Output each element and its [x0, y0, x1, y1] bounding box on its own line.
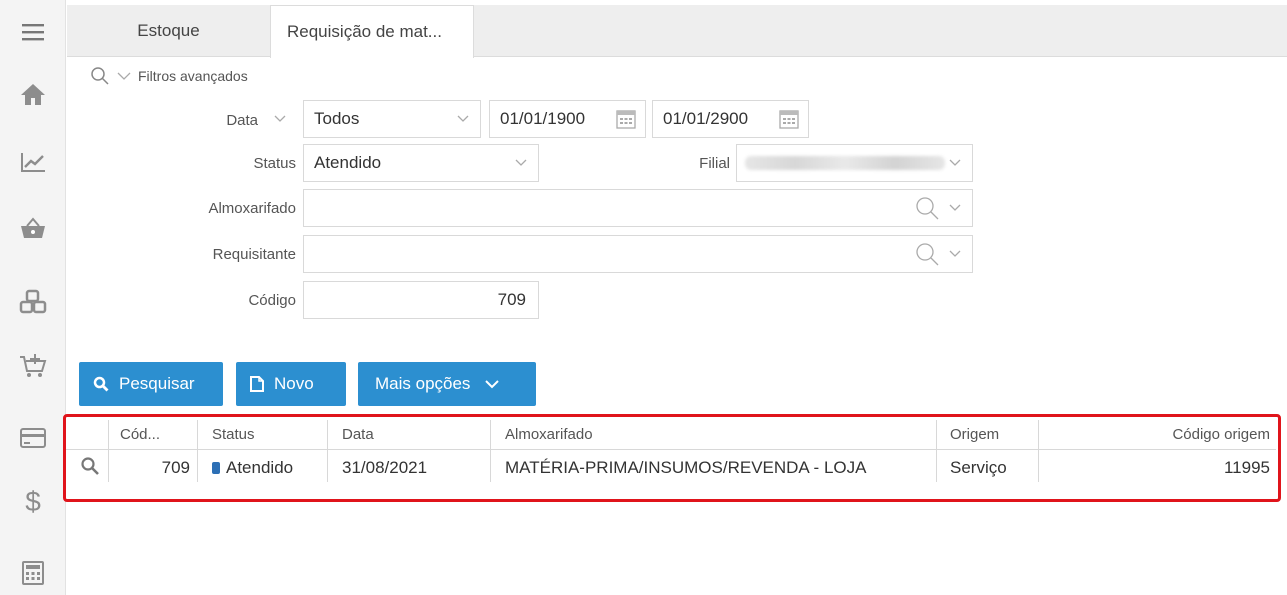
tab-bar: Estoque Requisição de mat... — [67, 5, 1287, 58]
cell-data: 31/08/2021 — [342, 458, 428, 477]
boxes-icon[interactable] — [0, 274, 66, 330]
sidebar: $ — [0, 0, 66, 595]
filial-value-redacted — [745, 156, 945, 170]
header-data[interactable]: Data — [342, 424, 374, 444]
pesquisar-label: Pesquisar — [119, 374, 195, 393]
chevron-down-icon — [117, 72, 131, 80]
chevron-down-icon — [512, 154, 530, 172]
status-label: Status — [253, 155, 296, 172]
date-from-input[interactable]: 01/01/1900 — [489, 100, 646, 138]
status-indicator — [212, 462, 220, 474]
almoxarifado-input[interactable] — [303, 189, 973, 227]
data-select[interactable]: Todos — [303, 100, 481, 138]
tab-requisicao[interactable]: Requisição de mat... — [270, 5, 474, 58]
status-select[interactable]: Atendido — [303, 144, 539, 182]
cart-plus-icon[interactable] — [0, 338, 66, 394]
chevron-down-icon — [484, 379, 500, 389]
cell-cod: 709 — [161, 458, 190, 477]
basket-icon[interactable] — [0, 200, 66, 256]
almoxarifado-label: Almoxarifado — [208, 200, 296, 217]
search-icon[interactable] — [914, 195, 940, 221]
advanced-filters-toggle[interactable]: Filtros avançados — [90, 66, 248, 86]
search-icon[interactable] — [914, 241, 940, 267]
cell-codigo-origem: 11995 — [1223, 458, 1270, 477]
calendar-icon[interactable] — [778, 108, 800, 130]
calendar-icon[interactable] — [615, 108, 637, 130]
dollar-icon[interactable]: $ — [0, 474, 66, 530]
header-origem[interactable]: Origem — [950, 424, 999, 444]
advanced-filters-label: Filtros avançados — [138, 68, 248, 84]
date-to-input[interactable]: 01/01/2900 — [652, 100, 809, 138]
codigo-input[interactable]: 709 — [303, 281, 539, 319]
novo-label: Novo — [274, 374, 314, 393]
chevron-down-icon — [454, 110, 472, 128]
mais-opcoes-button[interactable]: Mais opções — [358, 362, 536, 406]
codigo-label: Código — [248, 292, 296, 309]
data-type-chevron-icon[interactable] — [272, 112, 288, 126]
header-status[interactable]: Status — [212, 424, 255, 444]
file-icon — [250, 376, 264, 392]
table-header-divider — [66, 449, 1276, 450]
mais-opcoes-label: Mais opções — [375, 374, 471, 393]
search-icon — [91, 67, 109, 85]
chevron-down-icon[interactable] — [946, 245, 964, 263]
calculator-icon[interactable] — [0, 545, 66, 595]
filial-label: Filial — [699, 155, 730, 172]
search-icon — [93, 376, 109, 392]
pesquisar-button[interactable]: Pesquisar — [79, 362, 223, 406]
cell-status: Atendido — [212, 456, 293, 480]
chart-line-icon[interactable] — [0, 134, 66, 190]
credit-card-icon[interactable] — [0, 410, 66, 466]
menu-icon[interactable] — [0, 4, 66, 60]
cell-origem: Serviço — [950, 458, 1007, 477]
cell-almoxarifado: MATÉRIA-PRIMA/INSUMOS/REVENDA - LOJA — [505, 458, 867, 477]
data-label: Data — [226, 112, 258, 129]
requisitante-input[interactable] — [303, 235, 973, 273]
header-codigo-origem[interactable]: Código origem — [1040, 424, 1270, 444]
header-almoxarifado[interactable]: Almoxarifado — [505, 424, 593, 444]
novo-button[interactable]: Novo — [236, 362, 346, 406]
chevron-down-icon — [946, 154, 964, 172]
requisitante-label: Requisitante — [212, 246, 296, 263]
tab-estoque[interactable]: Estoque — [67, 5, 270, 57]
home-icon[interactable] — [0, 66, 66, 122]
header-cod[interactable]: Cód... — [120, 424, 160, 444]
view-row-search-icon[interactable] — [80, 456, 100, 476]
filial-select[interactable] — [736, 144, 973, 182]
chevron-down-icon[interactable] — [946, 199, 964, 217]
